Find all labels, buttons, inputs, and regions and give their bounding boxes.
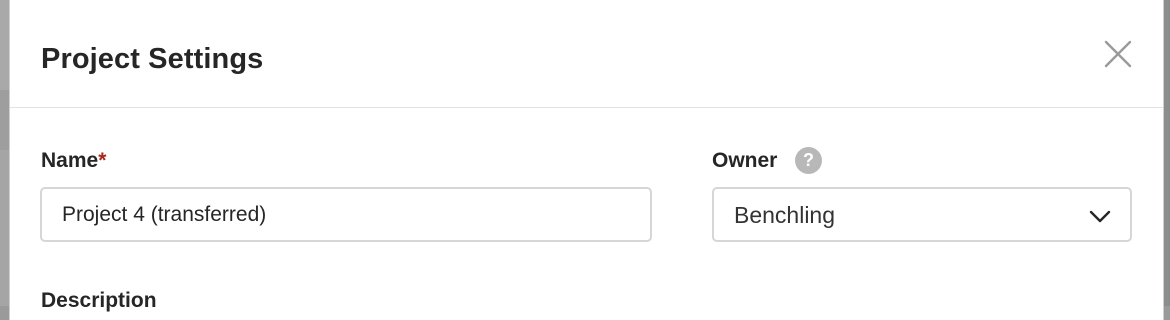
description-label: Description (41, 289, 157, 312)
project-name-input[interactable] (40, 187, 652, 242)
chevron-down-icon (1089, 210, 1111, 223)
owner-label: Owner (712, 149, 778, 172)
owner-select-value: Benchling (734, 202, 836, 228)
close-icon (1104, 40, 1132, 68)
close-button[interactable] (1102, 38, 1134, 70)
help-icon[interactable]: ? (795, 147, 822, 174)
name-label-text: Name (41, 149, 99, 172)
owner-select[interactable]: Benchling (712, 187, 1132, 242)
name-label: Name* (41, 148, 106, 174)
required-indicator: * (98, 149, 107, 172)
project-settings-modal: Project Settings Name* Owner ? Benchling… (9, 0, 1164, 320)
modal-header: Project Settings (10, 0, 1163, 108)
background-panel (1164, 0, 1170, 306)
modal-title: Project Settings (41, 43, 264, 75)
